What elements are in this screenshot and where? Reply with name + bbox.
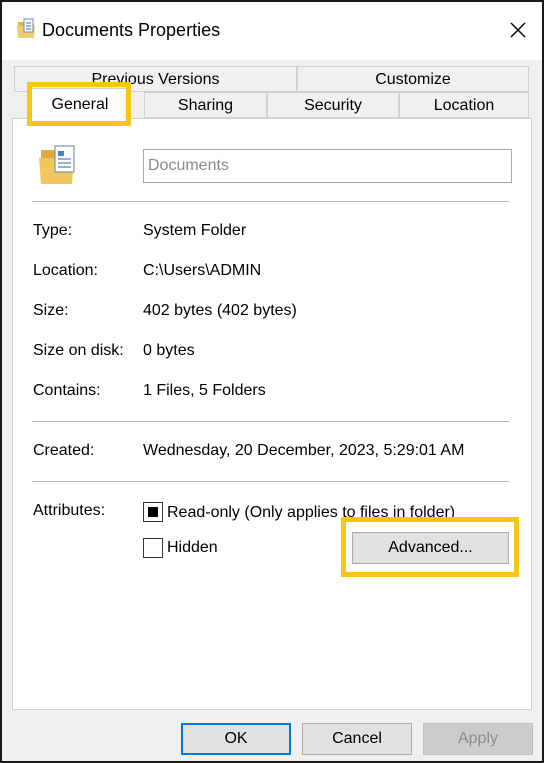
apply-button[interactable]: Apply xyxy=(423,723,533,755)
separator xyxy=(32,481,509,482)
readonly-checkbox[interactable] xyxy=(143,502,163,522)
advanced-button[interactable]: Advanced... xyxy=(352,532,509,564)
created-label: Created: xyxy=(33,442,95,459)
size-label: Size: xyxy=(33,302,69,319)
location-value: C:\Users\ADMIN xyxy=(143,262,262,279)
cancel-button[interactable]: Cancel xyxy=(302,723,412,755)
close-button[interactable] xyxy=(498,12,538,48)
tab-label: Sharing xyxy=(177,97,234,114)
size-on-disk-label: Size on disk: xyxy=(33,342,124,359)
tab-location[interactable]: Location xyxy=(399,92,529,118)
contains-value: 1 Files, 5 Folders xyxy=(143,382,266,399)
window-title: Documents Properties xyxy=(42,20,221,40)
tab-security[interactable]: Security xyxy=(267,92,399,118)
tab-sharing[interactable]: Sharing xyxy=(144,92,267,118)
tab-label: Customize xyxy=(375,71,451,88)
type-label: Type: xyxy=(33,222,73,239)
hidden-checkbox[interactable] xyxy=(143,538,163,558)
tab-general[interactable]: General xyxy=(30,88,130,119)
tab-label: Security xyxy=(304,97,362,114)
created-value: Wednesday, 20 December, 2023, 5:29:01 AM xyxy=(143,442,465,459)
title-bar: Documents Properties xyxy=(2,2,542,60)
tab-label: Location xyxy=(433,97,495,114)
ok-button[interactable]: OK xyxy=(181,723,291,755)
hidden-checkbox-label[interactable]: Hidden xyxy=(167,539,218,557)
folder-document-icon xyxy=(39,145,75,184)
tab-label: General xyxy=(51,96,109,113)
tab-label: Previous Versions xyxy=(91,71,220,88)
type-value: System Folder xyxy=(143,222,247,239)
folder-name-input[interactable] xyxy=(143,149,512,183)
tab-customize[interactable]: Customize xyxy=(297,66,529,92)
attributes-label: Attributes: xyxy=(33,502,106,519)
contains-label: Contains: xyxy=(33,382,101,399)
separator xyxy=(32,201,509,202)
separator xyxy=(32,421,509,422)
folder-document-icon xyxy=(17,18,35,38)
size-value: 402 bytes (402 bytes) xyxy=(143,302,297,319)
readonly-checkbox-label[interactable]: Read-only (Only applies to files in fold… xyxy=(167,504,455,522)
location-label: Location: xyxy=(33,262,98,279)
properties-window: Documents Properties Previous Versions C… xyxy=(0,0,544,763)
general-tab-panel xyxy=(12,118,532,710)
close-icon xyxy=(510,22,526,38)
size-on-disk-value: 0 bytes xyxy=(143,342,195,359)
